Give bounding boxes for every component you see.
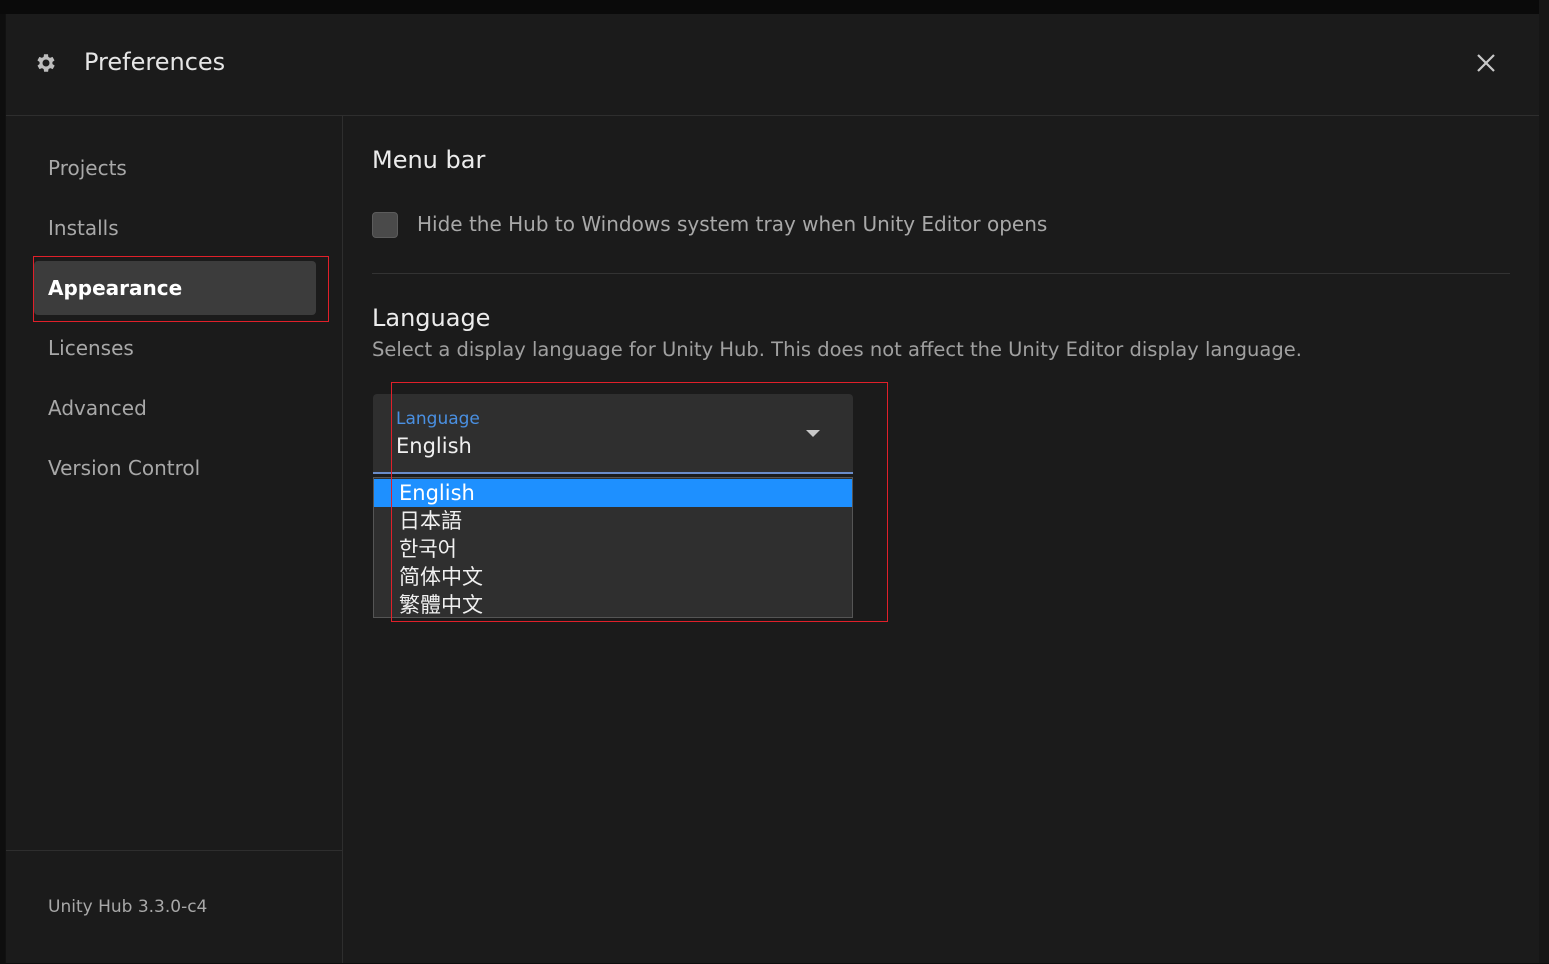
sidebar-item-version-control[interactable]: Version Control (34, 441, 316, 495)
language-title: Language (372, 304, 491, 332)
preferences-dialog: Preferences Projects Installs Appearance… (5, 14, 1539, 963)
language-option-korean[interactable]: 한국어 (374, 535, 852, 563)
caret-down-icon (806, 430, 820, 437)
language-description: Select a display language for Unity Hub.… (372, 338, 1302, 361)
language-option-simplified-chinese[interactable]: 简体中文 (374, 563, 852, 591)
sidebar-item-licenses[interactable]: Licenses (34, 321, 316, 375)
background-top-bar (0, 0, 1549, 14)
language-option-japanese[interactable]: 日本語 (374, 507, 852, 535)
close-icon[interactable] (1472, 49, 1500, 77)
menu-bar-title: Menu bar (372, 146, 486, 174)
sidebar-footer: Unity Hub 3.3.0-c4 (6, 850, 342, 964)
sidebar-item-projects[interactable]: Projects (34, 141, 316, 195)
dialog-title: Preferences (84, 48, 226, 76)
language-option-traditional-chinese[interactable]: 繁體中文 (374, 591, 852, 619)
sidebar-item-installs[interactable]: Installs (34, 201, 316, 255)
sidebar-item-advanced[interactable]: Advanced (34, 381, 316, 435)
language-select-label: Language (396, 409, 480, 429)
sidebar-item-appearance[interactable]: Appearance (34, 261, 316, 315)
language-select-value: English (396, 434, 472, 458)
language-options-list: English 日本語 한국어 简体中文 繁體中文 (373, 477, 853, 618)
section-divider (372, 273, 1510, 274)
sidebar: Projects Installs Appearance Licenses Ad… (6, 116, 343, 963)
background-window-edge (1539, 0, 1549, 963)
dialog-header: Preferences (6, 14, 1539, 116)
gear-icon (37, 54, 55, 72)
hide-hub-checkbox[interactable] (372, 212, 398, 238)
content-panel: Menu bar Hide the Hub to Windows system … (343, 116, 1539, 963)
language-select[interactable]: Language English (373, 394, 853, 474)
language-option-english[interactable]: English (374, 479, 852, 507)
version-label: Unity Hub 3.3.0-c4 (48, 897, 208, 917)
hide-hub-label: Hide the Hub to Windows system tray when… (417, 212, 1048, 236)
